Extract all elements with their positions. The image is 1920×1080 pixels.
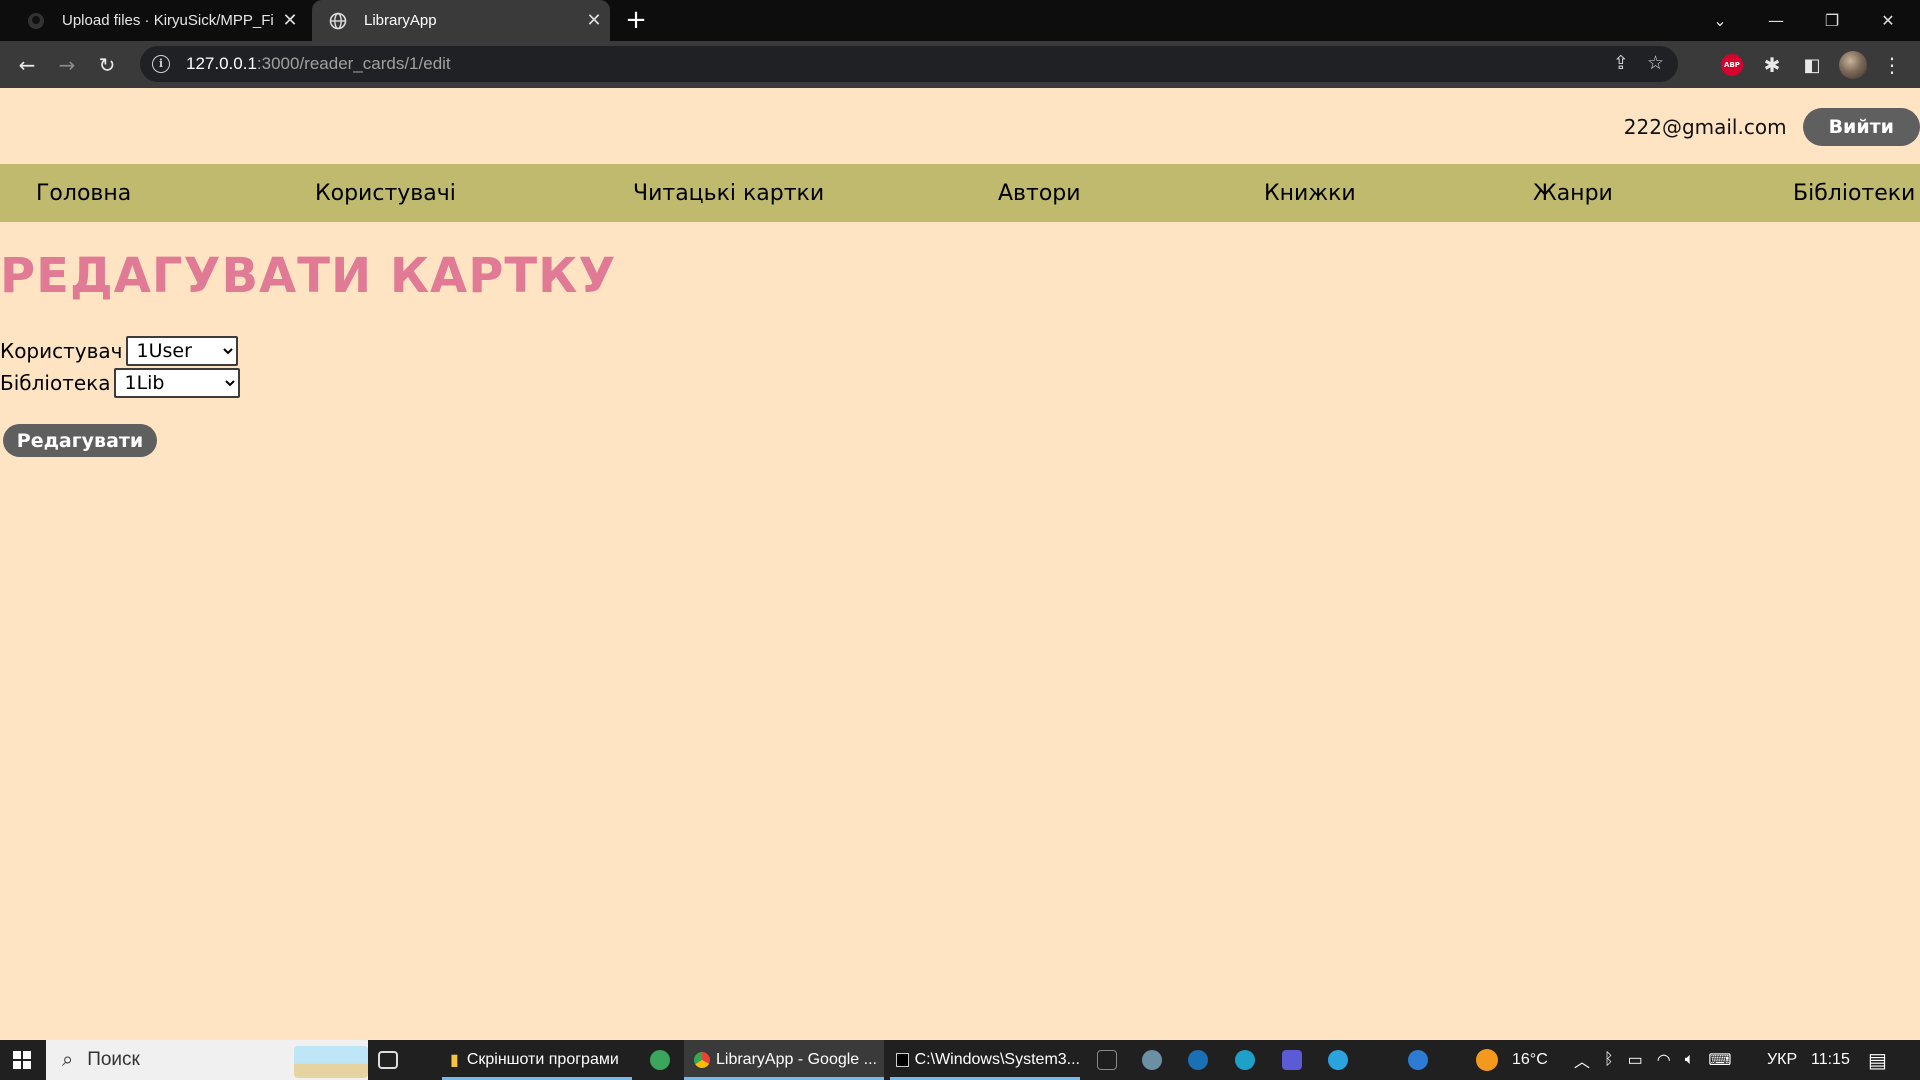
input-language[interactable]: УКР [1767,1040,1797,1080]
user-bar: 222@gmail.com Вийти [1624,108,1920,146]
sidepanel-icon[interactable]: ◧ [1798,51,1826,79]
video-editor-icon[interactable] [1282,1050,1302,1070]
taskbar-search[interactable]: ⌕ Поиск [46,1040,368,1080]
minimize-icon[interactable]: — [1748,0,1804,41]
library-field-row: Бібліотека 1Lib [0,368,241,398]
library-label: Бібліотека [0,371,111,395]
app-icon[interactable] [1142,1050,1162,1070]
tab-search-icon[interactable]: ⌄ [1692,0,1748,41]
url-host: 127.0.0.1 [186,54,257,73]
restore-icon[interactable]: ❐ [1804,0,1860,41]
reload-icon[interactable]: ↻ [90,49,124,81]
tab-upload-files[interactable]: Upload files · KiryuSick/MPP_Fin... ✕ [10,0,306,41]
abp-badge: ABP [1721,54,1743,76]
user-field-row: Користувач 1User [0,336,239,366]
search-icon: ⌕ [62,1048,74,1071]
page-title: РЕДАГУВАТИ КАРТКУ [0,248,617,304]
url-path: :3000/reader_cards/1/edit [256,54,451,73]
taskbar-app-label: Скріншоти програми [466,1051,619,1068]
nav-item-genres[interactable]: Жанри [1533,181,1613,206]
nav-item-users[interactable]: Користувачі [315,181,456,206]
page-content: 222@gmail.com Вийти Головна Користувачі … [0,88,1920,1040]
taskbar-app-chrome[interactable]: LibraryApp - Google ... [684,1040,884,1080]
keyboard-icon[interactable]: ⌨ [1708,1050,1731,1070]
nav-item-libraries[interactable]: Бібліотеки [1793,181,1915,206]
nav-item-reader-cards[interactable]: Читацькі картки [633,181,824,206]
steam-icon[interactable] [1188,1050,1208,1070]
close-icon[interactable]: ✕ [578,10,610,31]
taskbar-app-label: C:\Windows\System3... [914,1051,1080,1068]
site-info-icon[interactable]: i [152,55,170,73]
browser-toolbar: ← → ↻ i 127.0.0.1:3000/reader_cards/1/ed… [0,41,1920,88]
kebab-menu-icon[interactable]: ⋮ [1880,51,1904,79]
windows-taskbar: ⌕ Поиск ▮ Скріншоти програми LibraryApp … [0,1040,1920,1080]
main-nav: Головна Користувачі Читацькі картки Авто… [0,164,1920,222]
star-icon[interactable]: ☆ [1647,52,1664,74]
user-label: Користувач [0,339,123,363]
browser-tab-strip: Upload files · KiryuSick/MPP_Fin... ✕ Li… [0,0,1920,41]
github-icon [26,11,46,31]
close-icon[interactable]: ✕ [274,10,306,31]
tab-libraryapp[interactable]: LibraryApp ✕ [312,0,610,41]
nav-item-authors[interactable]: Автори [998,181,1081,206]
window-close-icon[interactable]: ✕ [1860,0,1916,41]
library-select[interactable]: 1Lib [114,368,241,398]
globe-icon [328,11,348,31]
battery-icon[interactable]: ▭ [1628,1050,1643,1070]
nav-item-books[interactable]: Книжки [1264,181,1356,206]
new-tab-button[interactable]: + [618,6,654,36]
telegram-sender-icon[interactable] [650,1050,670,1070]
weather-temp: 16°C [1512,1051,1548,1068]
avatar [1839,51,1867,79]
weather-widget[interactable]: 16°C [1476,1040,1548,1080]
terminal-icon[interactable] [1097,1050,1117,1070]
taskbar-app-label: LibraryApp - Google ... [716,1051,877,1068]
back-icon[interactable]: ← [10,49,44,81]
tab-title: LibraryApp [364,12,437,29]
puzzle-icon[interactable]: ✱ [1758,51,1786,79]
share-icon[interactable]: ⇪ [1613,52,1629,74]
profile-avatar[interactable] [1838,51,1868,79]
search-highlight-image [294,1046,368,1078]
cmd-icon [896,1053,909,1067]
nav-item-home[interactable]: Головна [36,181,131,206]
edit-submit-button[interactable]: Редагувати [3,424,157,457]
clock[interactable]: 11:15 [1811,1040,1850,1080]
tab-title: Upload files · KiryuSick/MPP_Fin... [62,12,274,29]
taskbar-app-explorer[interactable]: ▮ Скріншоти програми [442,1040,632,1080]
bluetooth-icon[interactable]: ᛒ [1604,1051,1614,1069]
wifi-icon[interactable]: ◠ [1657,1050,1671,1070]
sun-icon [1476,1049,1498,1071]
taskbar-app-cmd[interactable]: C:\Windows\System3... [890,1040,1080,1080]
task-view-icon[interactable] [378,1051,398,1069]
forward-icon[interactable]: → [50,49,84,81]
telegram-icon[interactable] [1328,1050,1348,1070]
volume-icon[interactable]: 🔈︎ [1685,1051,1695,1069]
system-tray: ︿ ᛒ ▭ ◠ 🔈︎ ⌨ [1574,1040,1731,1080]
search-placeholder: Поиск [87,1049,140,1070]
start-button[interactable] [0,1040,44,1080]
adblock-icon[interactable]: ABP [1718,51,1746,79]
user-select[interactable]: 1User [126,336,239,366]
notifications-icon[interactable]: ▤ [1868,1040,1887,1080]
chevron-up-icon[interactable]: ︿ [1574,1048,1590,1072]
user-email: 222@gmail.com [1623,115,1787,139]
edge-icon[interactable] [1235,1050,1255,1070]
logout-button[interactable]: Вийти [1802,108,1920,146]
folder-icon: ▮ [450,1052,459,1069]
help-icon[interactable] [1408,1050,1428,1070]
chrome-icon [694,1052,710,1068]
address-bar[interactable]: i 127.0.0.1:3000/reader_cards/1/edit ⇪ ☆ [140,46,1678,82]
windows-logo-icon [13,1051,31,1069]
